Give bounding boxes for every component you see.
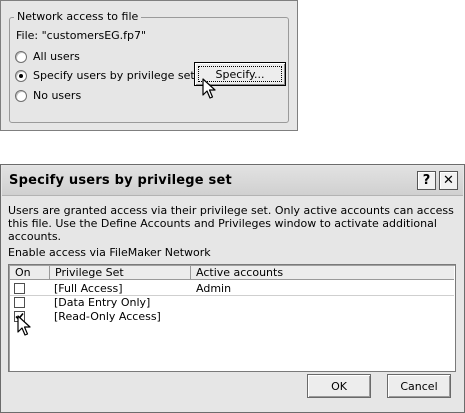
- active-accounts-cell: Admin: [196, 282, 232, 295]
- mouse-cursor-icon: [202, 78, 216, 99]
- radio-label: Specify users by privilege set: [33, 69, 195, 82]
- group-label: Network access to file: [14, 10, 142, 24]
- radio-button-icon[interactable]: [15, 51, 27, 63]
- privilege-set-cell: [Read-Only Access]: [54, 310, 161, 323]
- radio-button-icon[interactable]: [15, 90, 27, 102]
- privilege-set-cell: [Data Entry Only]: [54, 296, 151, 309]
- close-button[interactable]: ✕: [439, 171, 458, 190]
- help-button[interactable]: ?: [417, 171, 436, 190]
- privilege-set-cell: [Full Access]: [54, 282, 123, 295]
- radio-label: No users: [33, 89, 82, 102]
- column-header-privilege-set[interactable]: Privilege Set: [50, 266, 191, 280]
- column-header-on[interactable]: On: [10, 266, 50, 280]
- enable-access-label: Enable access via FileMaker Network: [8, 246, 211, 259]
- dialog-title: Specify users by privilege set: [9, 173, 232, 188]
- list-header: On Privilege Set Active accounts: [10, 266, 454, 280]
- list-row-read-only-access[interactable]: [Read-Only Access]: [10, 310, 454, 324]
- access-checkbox[interactable]: [14, 297, 25, 308]
- list-row-data-entry-only[interactable]: [Data Entry Only]: [10, 296, 454, 310]
- cancel-button[interactable]: Cancel: [387, 374, 451, 398]
- network-access-panel: Network access to file File: "customersE…: [0, 0, 298, 131]
- radio-no-users[interactable]: No users: [15, 89, 81, 103]
- help-icon: ?: [422, 173, 431, 188]
- mouse-cursor-icon: [17, 315, 31, 336]
- dialog-description: Users are granted access via their privi…: [8, 204, 454, 243]
- network-access-group: Network access to file File: "customersE…: [9, 10, 289, 123]
- column-header-active-accounts[interactable]: Active accounts: [191, 266, 455, 280]
- radio-label: All users: [33, 50, 80, 63]
- close-icon: ✕: [443, 173, 454, 188]
- ok-button[interactable]: OK: [307, 374, 371, 398]
- file-name-label: File: "customersEG.fp7": [16, 29, 147, 42]
- radio-specify-users[interactable]: Specify users by privilege set: [15, 69, 195, 83]
- privilege-set-list[interactable]: On Privilege Set Active accounts [Full A…: [8, 264, 456, 372]
- radio-button-selected-icon[interactable]: [15, 70, 27, 82]
- access-checkbox[interactable]: [14, 283, 25, 294]
- specify-users-dialog: Specify users by privilege set ? ✕ Users…: [0, 164, 465, 413]
- list-row-full-access[interactable]: [Full Access] Admin: [10, 282, 454, 296]
- dialog-titlebar: Specify users by privilege set ? ✕: [2, 166, 463, 196]
- radio-all-users[interactable]: All users: [15, 50, 80, 64]
